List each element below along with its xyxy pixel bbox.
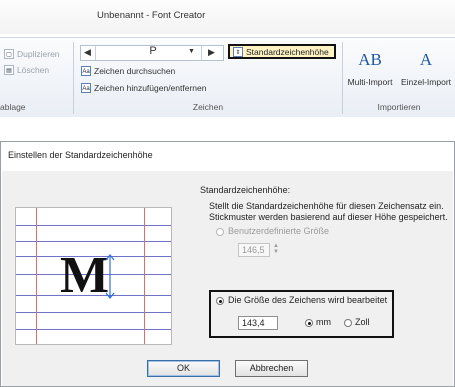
trash-icon: ▤: [4, 65, 14, 75]
title-bar: Unbenannt - Font Creator: [0, 0, 455, 34]
multi-import-label: Multi-Import: [347, 77, 393, 87]
multi-import-icon: AB: [358, 50, 382, 69]
spinner-icon[interactable]: ▲ ▼: [271, 243, 281, 257]
preview-letter: M: [60, 247, 110, 304]
highlight-frame: [209, 290, 394, 338]
standard-height-button[interactable]: ⇕ Standardzeichenhöhe: [228, 44, 336, 59]
multi-import-button[interactable]: AB Multi-Import: [343, 47, 397, 99]
group-label-import: Importieren: [377, 102, 421, 112]
single-import-icon: A: [419, 50, 433, 69]
prev-arrow-icon[interactable]: ◀: [84, 47, 91, 58]
description-line-2: Stickmuster werden basierend auf dieser …: [209, 212, 448, 222]
dropdown-arrow-icon[interactable]: ▼: [188, 48, 195, 55]
height-ruler-icon: ⇕: [233, 46, 243, 57]
dialog-title: Einstellen der Standardzeichenhöhe: [8, 150, 153, 160]
guide-line: [16, 312, 171, 313]
add-remove-characters-button[interactable]: Aa Zeichen hinzufügen/entfernen: [81, 83, 206, 93]
ribbon-screenshot: Unbenannt - Font Creator ▢ Duplizieren ▤…: [0, 0, 455, 117]
duplicate-button[interactable]: ▢ Duplizieren: [4, 49, 60, 59]
guide-line: [144, 208, 145, 344]
next-arrow-icon[interactable]: ▶: [208, 47, 215, 58]
ok-button[interactable]: OK: [147, 360, 220, 377]
guide-line: [36, 208, 37, 344]
search-characters-button[interactable]: Aa Zeichen durchsuchen: [81, 66, 175, 76]
add-remove-label: Zeichen hinzufügen/entfernen: [94, 83, 207, 93]
delete-button[interactable]: ▤ Löschen: [4, 65, 49, 75]
custom-size-radio[interactable]: [216, 228, 224, 236]
current-character: P: [149, 45, 157, 57]
duplicate-label: Duplizieren: [17, 49, 60, 59]
description-line-1: Stellt die Standardzeichenhöhe für diese…: [209, 201, 444, 211]
single-import-label: Einzel-Import: [400, 77, 452, 87]
duplicate-icon: ▢: [4, 49, 14, 59]
ribbon: ▢ Duplizieren ▤ Löschen ablage ◀ P ▼ ▶ ⇕…: [0, 37, 455, 117]
group-label-zeichen: Zeichen: [192, 102, 224, 112]
search-char-icon: Aa: [81, 66, 91, 76]
divider: [95, 46, 96, 60]
search-characters-label: Zeichen durchsuchen: [94, 66, 176, 76]
dialog-title-bar: Einstellen der Standardzeichenhöhe: [1, 142, 454, 169]
add-remove-char-icon: Aa: [81, 83, 91, 93]
section-label: Standardzeichenhöhe:: [200, 185, 291, 195]
custom-size-label: Benutzerdefinierte Größe: [228, 226, 330, 236]
dialog-body: M Standardzeichenhöhe: Stellt die Standa…: [2, 171, 453, 386]
window-title: Unbenannt - Font Creator: [97, 10, 206, 21]
height-arrow-icon: [105, 254, 115, 299]
guide-line: [16, 329, 171, 330]
guide-line: [16, 241, 171, 242]
standard-height-label: Standardzeichenhöhe: [246, 46, 329, 57]
custom-size-input[interactable]: 146,5: [238, 243, 270, 257]
standard-height-dialog: Einstellen der Standardzeichenhöhe M Sta…: [0, 141, 455, 387]
guide-line: [16, 225, 171, 226]
cancel-button[interactable]: Abbrechen: [235, 360, 308, 377]
single-import-button[interactable]: A Einzel-Import: [399, 47, 453, 99]
group-label-clipboard: ablage: [0, 102, 26, 112]
delete-label: Löschen: [17, 65, 50, 75]
character-preview: M: [15, 207, 172, 345]
character-navigator[interactable]: ◀ P ▼ ▶: [80, 45, 224, 61]
divider: [201, 46, 202, 60]
